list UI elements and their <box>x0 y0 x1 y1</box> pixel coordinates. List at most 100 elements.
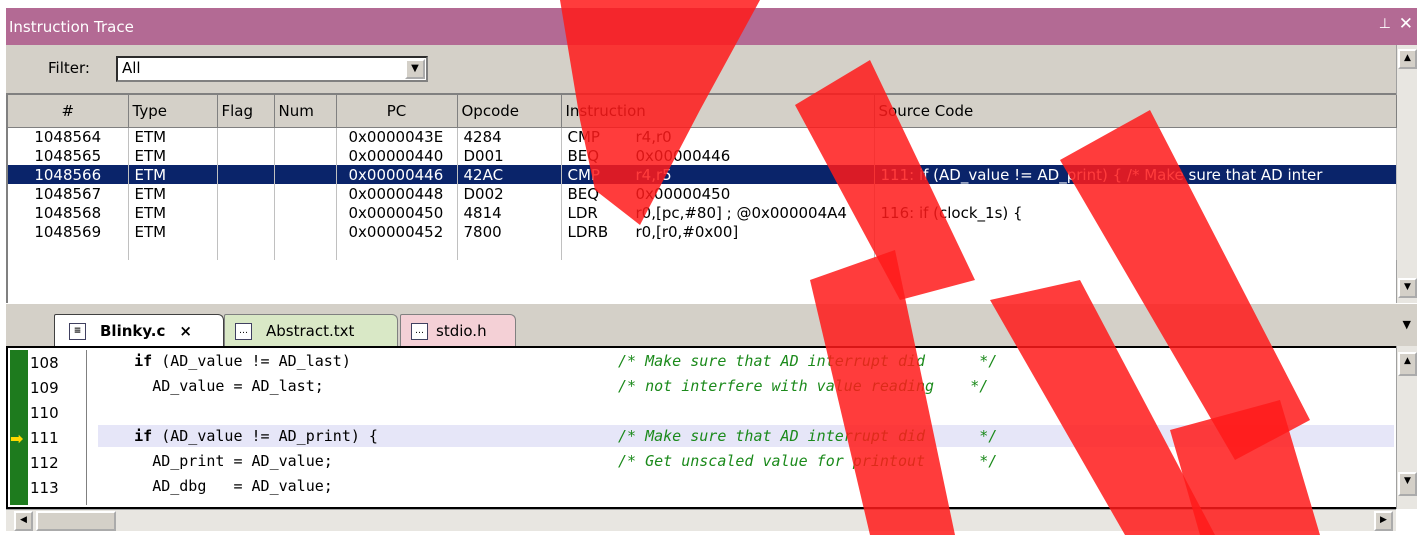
tab-list-dropdown-icon[interactable]: ▼ <box>1403 318 1411 331</box>
editor-vertical-scrollbar[interactable]: ▲ ▼ <box>1396 346 1417 509</box>
col-header-opcode[interactable]: Opcode <box>457 95 562 128</box>
cell-empty <box>274 241 337 260</box>
tab-label: Abstract.txt <box>266 322 355 340</box>
scroll-right-icon[interactable]: ▶ <box>1374 511 1393 531</box>
cell-opcode: 4814 <box>457 203 562 222</box>
cell-flag <box>217 203 275 222</box>
c-file-icon: ≡ <box>69 322 86 340</box>
cell-type: ETM <box>128 184 218 203</box>
close-icon[interactable]: ✕ <box>1399 14 1413 34</box>
cell-opcode: 7800 <box>457 222 562 241</box>
col-header-flag[interactable]: Flag <box>217 95 275 128</box>
cell-instruction: BEQ 0x00000446 <box>561 146 875 165</box>
col-header-type[interactable]: Type <box>128 95 218 128</box>
trace-row[interactable]: 1048569 ETM 0x00000452 7800 LDRB r0,[r0,#0x00… <box>8 222 1397 241</box>
filter-dropdown[interactable]: All ▼ <box>116 56 428 82</box>
cell-instruction: LDR r0,[pc,#80] ; @0x000004A4 <box>561 203 875 222</box>
dropdown-arrow-icon[interactable]: ▼ <box>405 59 425 79</box>
cell-empty <box>8 241 129 260</box>
scroll-down-icon[interactable]: ▼ <box>1398 472 1417 496</box>
trace-row[interactable]: 1048564 ETM 0x0000043E 4284 CMP r4,r0 <box>8 127 1397 146</box>
code-comment: /* Make sure that AD interrupt did */ <box>618 427 998 445</box>
code-line[interactable]: AD_dbg = AD_value; <box>98 475 1394 497</box>
coverage-bar <box>10 350 28 505</box>
tab-close-icon[interactable]: × <box>179 322 192 340</box>
cell-source: 116: if (clock_1s) { <box>874 203 1397 222</box>
tab-stdio-h[interactable]: … stdio.h <box>400 314 516 347</box>
code-rest: (AD_value != AD_last) <box>152 352 351 370</box>
cell-empty <box>561 241 875 260</box>
trace-row[interactable]: 1048567 ETM 0x00000448 D002 BEQ 0x00000450 <box>8 184 1397 203</box>
line-number: 113 <box>30 479 59 497</box>
cell-source: 111: if (AD_value != AD_print) { /* Make… <box>874 165 1397 184</box>
mnemonic: LDRB <box>567 222 609 241</box>
scroll-up-icon[interactable]: ▲ <box>1398 49 1417 69</box>
trace-vertical-scrollbar[interactable]: ▲ ▼ <box>1396 45 1417 303</box>
cell-flag <box>217 184 275 203</box>
col-header-instruction[interactable]: Instruction <box>561 95 875 128</box>
cell-flag <box>217 146 275 165</box>
cell-source <box>874 222 1397 241</box>
code-line[interactable] <box>98 400 1394 422</box>
cell-num <box>274 146 337 165</box>
cell-opcode: 42AC <box>457 165 562 184</box>
cell-pc: 0x00000446 <box>336 165 458 184</box>
scroll-down-icon[interactable]: ▼ <box>1398 278 1417 298</box>
code-editor[interactable]: 108 109 110 111 ➡ 112 113 if (AD_value != AD_l… <box>6 346 1396 509</box>
cell-empty <box>457 241 562 260</box>
code-line[interactable]: AD_value = AD_last; /* not interfere with… <box>98 375 1394 397</box>
cell-num <box>274 222 337 241</box>
cell-opcode: 4284 <box>457 127 562 146</box>
code-line[interactable]: AD_print = AD_value; /* Get unscaled valu… <box>98 450 1394 472</box>
operands: r0,[r0,#0x00] <box>635 222 739 241</box>
cell-opcode: D001 <box>457 146 562 165</box>
editor-horizontal-scrollbar[interactable]: ◀ ▶ <box>6 509 1396 531</box>
pin-icon[interactable]: ⊥ <box>1379 16 1391 32</box>
scroll-up-icon[interactable]: ▲ <box>1398 352 1417 376</box>
code-text: AD_value = AD_last; <box>98 375 324 397</box>
cell-flag <box>217 127 275 146</box>
cell-number: 1048564 <box>8 127 129 146</box>
cell-empty <box>336 241 458 260</box>
tab-abstract-txt[interactable]: … Abstract.txt <box>224 314 398 347</box>
trace-row[interactable]: 1048565 ETM 0x00000440 D001 BEQ 0x00000446 <box>8 146 1397 165</box>
scroll-thumb[interactable] <box>36 511 116 531</box>
code-text: if (AD_value != AD_print) { <box>98 425 378 447</box>
operands: r0,[pc,#80] ; @0x000004A4 <box>635 203 847 222</box>
cell-pc: 0x00000452 <box>336 222 458 241</box>
tab-blinky-c[interactable]: ≡ Blinky.c × <box>54 314 224 347</box>
col-header-source[interactable]: Source Code <box>874 95 1397 128</box>
code-line[interactable]: if (AD_value != AD_last) /* Make sure tha… <box>98 350 1394 372</box>
trace-row[interactable]: 1048568 ETM 0x00000450 4814 LDR r0,[pc,#80] ;… <box>8 203 1397 222</box>
cell-number: 1048569 <box>8 222 129 241</box>
tab-label: Blinky.c <box>100 322 166 340</box>
cell-flag <box>217 165 275 184</box>
trace-row[interactable]: 1048566 ETM 0x00000446 42AC CMP r4,r5 111: if … <box>8 165 1397 184</box>
cell-num <box>274 165 337 184</box>
mnemonic: LDR <box>567 203 598 222</box>
cell-empty <box>874 241 1397 260</box>
code-line[interactable]: if (AD_value != AD_print) { /* Make sure … <box>98 425 1394 447</box>
cell-opcode: D002 <box>457 184 562 203</box>
mnemonic: CMP <box>567 127 600 146</box>
cell-type: ETM <box>128 146 218 165</box>
line-number: 110 <box>30 404 59 422</box>
cell-empty <box>217 241 275 260</box>
cell-source <box>874 127 1397 146</box>
scroll-left-icon[interactable]: ◀ <box>14 511 33 531</box>
code-text: AD_print = AD_value; <box>98 450 333 472</box>
cell-empty <box>128 241 218 260</box>
cell-instruction: CMP r4,r0 <box>561 127 875 146</box>
cell-number: 1048567 <box>8 184 129 203</box>
line-number: 111 <box>30 429 59 447</box>
mnemonic: BEQ <box>567 146 600 165</box>
panel-title-bar: Instruction Trace ⊥ ✕ <box>6 8 1417 45</box>
col-header-pc[interactable]: PC <box>336 95 458 128</box>
operands: r4,r5 <box>635 165 672 184</box>
col-header-num[interactable]: # <box>8 95 129 128</box>
col-header-num2[interactable]: Num <box>274 95 337 128</box>
cell-num <box>274 127 337 146</box>
